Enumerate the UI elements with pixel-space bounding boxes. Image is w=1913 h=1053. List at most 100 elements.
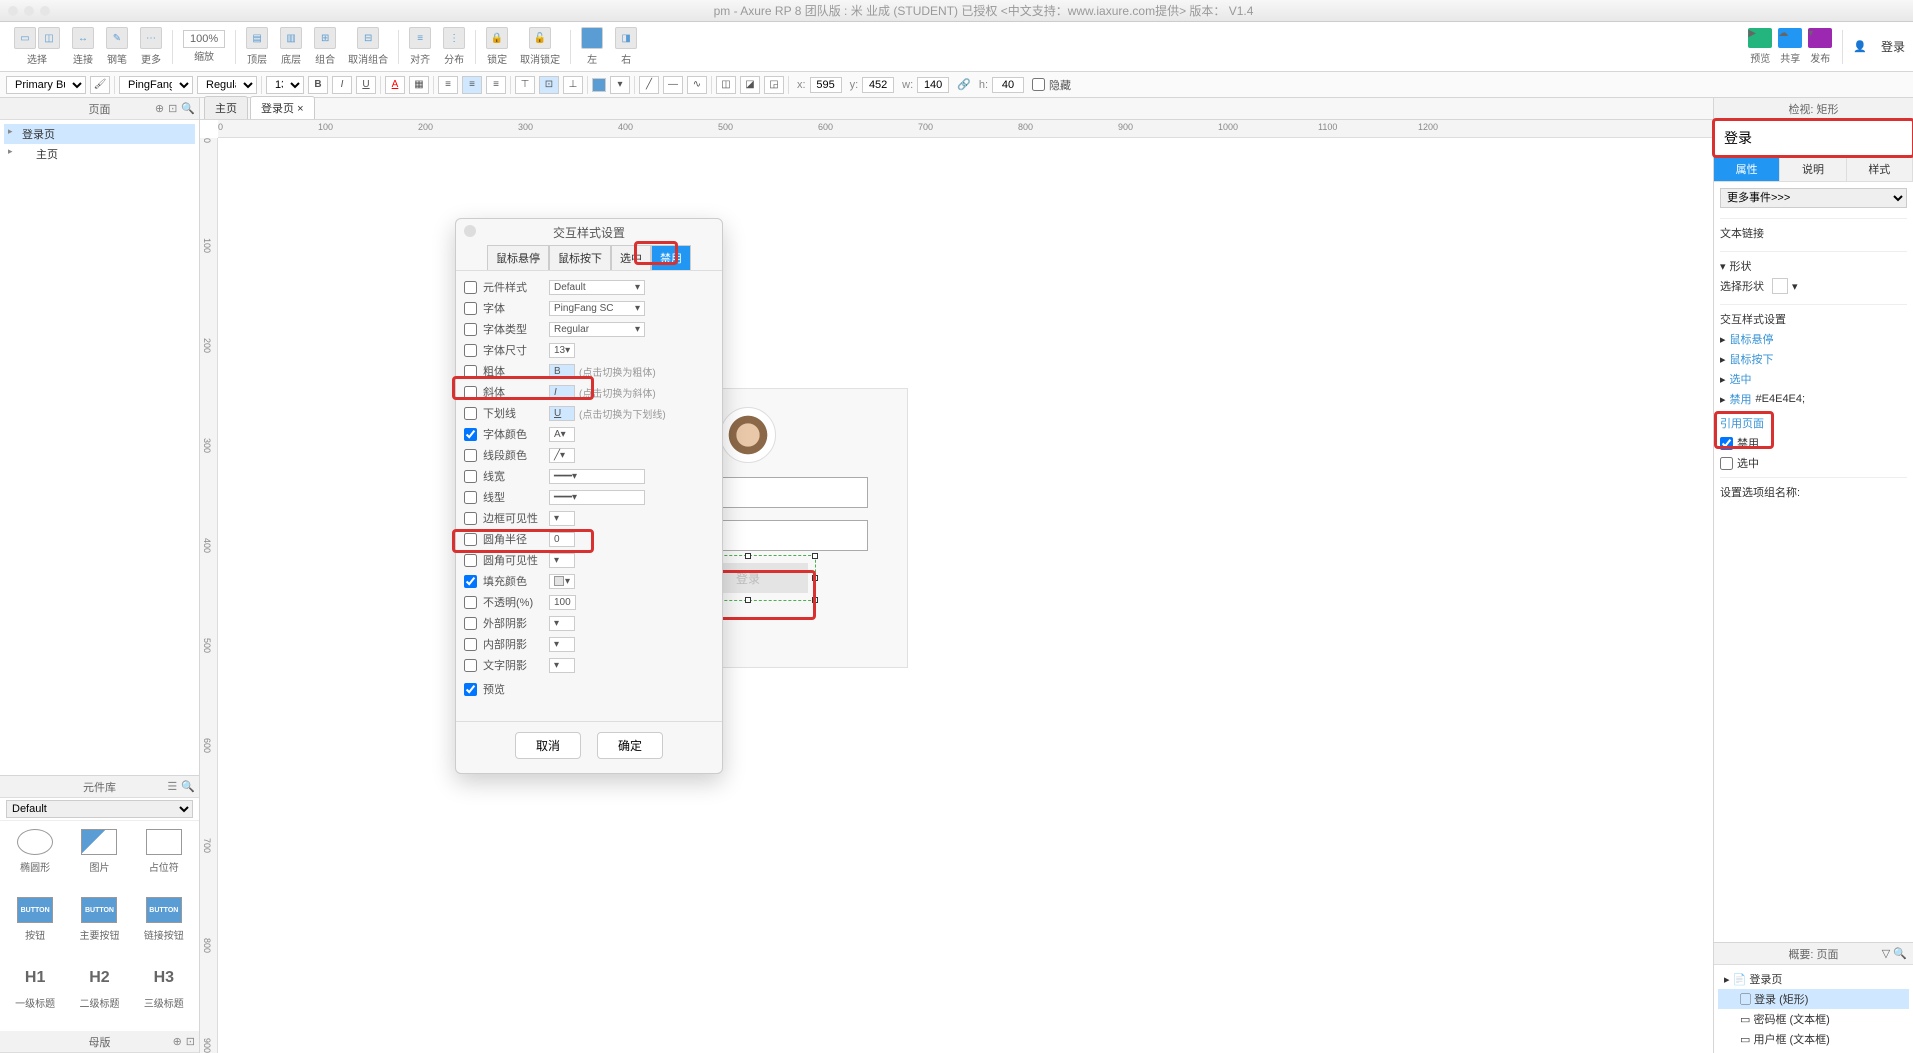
tool-ungroup[interactable]: ⊟取消组合 — [348, 27, 388, 66]
shape-picker[interactable] — [1772, 278, 1788, 294]
align-left-icon[interactable]: ≡ — [438, 76, 458, 94]
w-input[interactable] — [917, 77, 949, 93]
h-input[interactable] — [992, 77, 1024, 93]
page-item[interactable]: 登录页 — [4, 124, 195, 144]
tool-top[interactable]: ▤顶层 — [246, 27, 268, 66]
outer-shadow-icon[interactable]: ◫ — [716, 76, 736, 94]
tool-select[interactable]: ▭◫选择 — [14, 27, 60, 66]
widget-三级标题[interactable]: H3三级标题 — [133, 961, 195, 1027]
widget-按钮[interactable]: BUTTON按钮 — [4, 893, 66, 959]
opacity-input[interactable]: 100 — [549, 595, 576, 610]
cb-textshadow[interactable] — [464, 659, 477, 672]
cb-italic[interactable] — [464, 386, 477, 399]
dlg-tab-selected[interactable]: 选中 — [611, 245, 651, 270]
preview-button[interactable]: ▶预览 — [1748, 28, 1772, 65]
cb-fillcolor[interactable] — [464, 575, 477, 588]
align-center-icon[interactable]: ≡ — [462, 76, 482, 94]
fillcolor-picker[interactable]: ▾ — [549, 574, 575, 589]
cb-disabled[interactable] — [1720, 437, 1733, 450]
fontsize-dropdown[interactable]: 13▾ — [549, 343, 575, 358]
tab-login[interactable]: 登录页 × — [250, 96, 315, 119]
dlg-tab-disabled[interactable]: 禁用 — [651, 245, 691, 270]
close-icon[interactable] — [464, 225, 476, 237]
page-tree-icon[interactable]: ⊡ — [168, 102, 177, 115]
fill-more-icon[interactable]: ▾ — [610, 76, 630, 94]
widget-主要按钮[interactable]: BUTTON主要按钮 — [68, 893, 130, 959]
outline-item[interactable]: ▸ 📄 登录页 — [1718, 969, 1909, 989]
cb-linestyle[interactable] — [464, 491, 477, 504]
cb-fontcolor[interactable] — [464, 428, 477, 441]
fonttype-dropdown[interactable]: Regular▾ — [549, 322, 645, 337]
widget-一级标题[interactable]: H1一级标题 — [4, 961, 66, 1027]
bordervis-picker[interactable]: ▾ — [549, 511, 575, 526]
cb-underline[interactable] — [464, 407, 477, 420]
cb-linecolor[interactable] — [464, 449, 477, 462]
valign-mid-icon[interactable]: ⊡ — [539, 76, 559, 94]
tool-distribute[interactable]: ⋮分布 — [443, 27, 465, 66]
tool-unlock[interactable]: 🔓取消锁定 — [520, 27, 560, 66]
dlg-tab-hover[interactable]: 鼠标悬停 — [487, 245, 549, 270]
lock-wh-icon[interactable]: 🔗 — [957, 78, 971, 91]
tab-notes[interactable]: 说明 — [1780, 157, 1846, 181]
innershadow-picker[interactable]: ▾ — [549, 637, 575, 652]
cb-innershadow[interactable] — [464, 638, 477, 651]
cb-corner[interactable] — [464, 533, 477, 546]
widget-占位符[interactable]: 占位符 — [133, 825, 195, 891]
tool-more[interactable]: ⋯更多 — [140, 27, 162, 66]
underline-button[interactable]: U — [356, 76, 376, 94]
cancel-button[interactable]: 取消 — [515, 732, 581, 759]
outline-item[interactable]: ▢ 登录 (矩形) — [1718, 989, 1909, 1009]
add-master-icon[interactable]: ⊕ — [173, 1035, 182, 1048]
x-input[interactable] — [810, 77, 842, 93]
cb-bordervis[interactable] — [464, 512, 477, 525]
search-icon[interactable]: 🔍 — [181, 780, 195, 793]
outline-item[interactable]: ▭ 密码框 (文本框) — [1718, 1009, 1909, 1029]
weight-select[interactable]: Regular — [197, 76, 257, 94]
avatar-image[interactable] — [720, 407, 776, 463]
lib-menu-icon[interactable]: ☰ — [167, 780, 177, 793]
tool-align[interactable]: ≡对齐 — [409, 27, 431, 66]
font-color-button[interactable]: A — [385, 76, 405, 94]
cb-fonttype[interactable] — [464, 323, 477, 336]
dlg-tab-down[interactable]: 鼠标按下 — [549, 245, 611, 270]
tab-home[interactable]: 主页 — [204, 96, 248, 119]
paint-icon[interactable]: 🖌 — [90, 76, 110, 94]
valign-bot-icon[interactable]: ⊥ — [563, 76, 583, 94]
corner-icon[interactable]: ◲ — [764, 76, 784, 94]
border-icon[interactable]: ╱ — [639, 76, 659, 94]
page-item[interactable]: 主页 — [4, 144, 195, 164]
fill-swatch[interactable] — [592, 78, 606, 92]
linecolor-picker[interactable]: ╱▾ — [549, 448, 575, 463]
cb-linewidth[interactable] — [464, 470, 477, 483]
ref-page-link[interactable]: 引用页面 — [1720, 413, 1907, 433]
outline-item[interactable]: ▭ 用户框 (文本框) — [1718, 1029, 1909, 1049]
corner-input[interactable]: 0 — [549, 532, 575, 547]
widget-椭圆形[interactable]: 椭圆形 — [4, 825, 66, 891]
widget-图片[interactable]: 图片 — [68, 825, 130, 891]
linewidth-dropdown[interactable]: ━━━▾ — [549, 469, 645, 484]
add-page-icon[interactable]: ⊕ — [155, 102, 164, 115]
bg-icon[interactable]: ▦ — [409, 76, 429, 94]
is-selected-link[interactable]: 选中 — [1730, 371, 1752, 387]
textshadow-picker[interactable]: ▾ — [549, 658, 575, 673]
ok-button[interactable]: 确定 — [597, 732, 663, 759]
cb-outershadow[interactable] — [464, 617, 477, 630]
canvas[interactable]: 用户名 密码 登录 — [218, 138, 1713, 1053]
align-right-icon[interactable]: ≡ — [486, 76, 506, 94]
filter-icon[interactable]: ▽ 🔍 — [1882, 947, 1907, 960]
cb-cornervis[interactable] — [464, 554, 477, 567]
tool-group[interactable]: ⊞组合 — [314, 27, 336, 66]
is-disabled-link[interactable]: 禁用 — [1730, 391, 1752, 407]
cb-selected[interactable] — [1720, 457, 1733, 470]
cb-opacity[interactable] — [464, 596, 477, 609]
font-dropdown[interactable]: PingFang SC▾ — [549, 301, 645, 316]
style-dropdown[interactable]: Default▾ — [549, 280, 645, 295]
valign-top-icon[interactable]: ⊤ — [515, 76, 535, 94]
tool-connect[interactable]: ↔连接 — [72, 27, 94, 66]
widget-链接按钮[interactable]: BUTTON链接按钮 — [133, 893, 195, 959]
cb-font[interactable] — [464, 302, 477, 315]
font-select[interactable]: PingFang SC — [119, 76, 193, 94]
traffic-lights[interactable] — [8, 6, 50, 16]
outershadow-picker[interactable]: ▾ — [549, 616, 575, 631]
italic-button[interactable]: I — [332, 76, 352, 94]
